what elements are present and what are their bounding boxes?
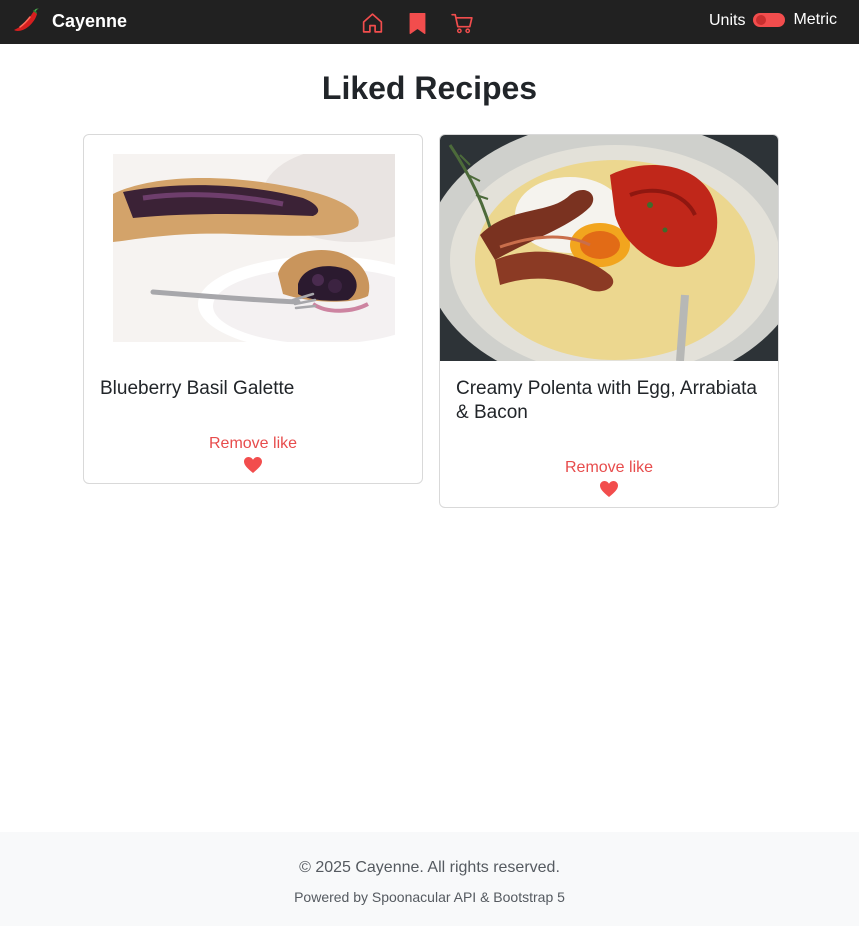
units-value-label: Metric [793, 11, 837, 28]
recipe-title[interactable]: Creamy Polenta with Egg, Arrabiata & Bac… [456, 377, 764, 425]
heart-icon[interactable] [599, 480, 619, 498]
page-title: Liked Recipes [321, 70, 538, 106]
nav-links [360, 10, 475, 36]
units-toggle[interactable] [753, 13, 786, 27]
home-icon[interactable] [360, 10, 385, 36]
navbar: Cayenne Units Metric [0, 0, 859, 44]
bookmark-icon[interactable] [405, 10, 430, 36]
recipe-image[interactable] [440, 135, 778, 361]
recipe-image[interactable] [113, 154, 395, 342]
units-label: Units [708, 12, 746, 29]
recipe-title[interactable]: Blueberry Basil Galette [100, 377, 408, 401]
brand-name: Cayenne [52, 10, 128, 31]
footer-powered-by: Powered by Spoonacular API & Bootstrap 5 [294, 889, 565, 905]
footer-copyright: © 2025 Cayenne. All rights reserved. [299, 859, 560, 876]
cart-icon[interactable] [450, 10, 475, 36]
chili-pepper-icon [14, 8, 39, 31]
remove-like-button[interactable]: Remove like [440, 459, 778, 477]
toggle-knob [756, 15, 767, 25]
recipe-card[interactable]: Creamy Polenta with Egg, Arrabiata & Bac… [439, 134, 779, 508]
recipe-card[interactable]: Blueberry Basil Galette Remove like [83, 134, 423, 484]
units-switch: Units Metric [709, 10, 837, 30]
footer: © 2025 Cayenne. All rights reserved. Pow… [0, 832, 859, 926]
remove-like-button[interactable]: Remove like [84, 435, 422, 453]
heart-icon[interactable] [243, 456, 263, 474]
brand-link[interactable]: Cayenne [12, 6, 127, 36]
